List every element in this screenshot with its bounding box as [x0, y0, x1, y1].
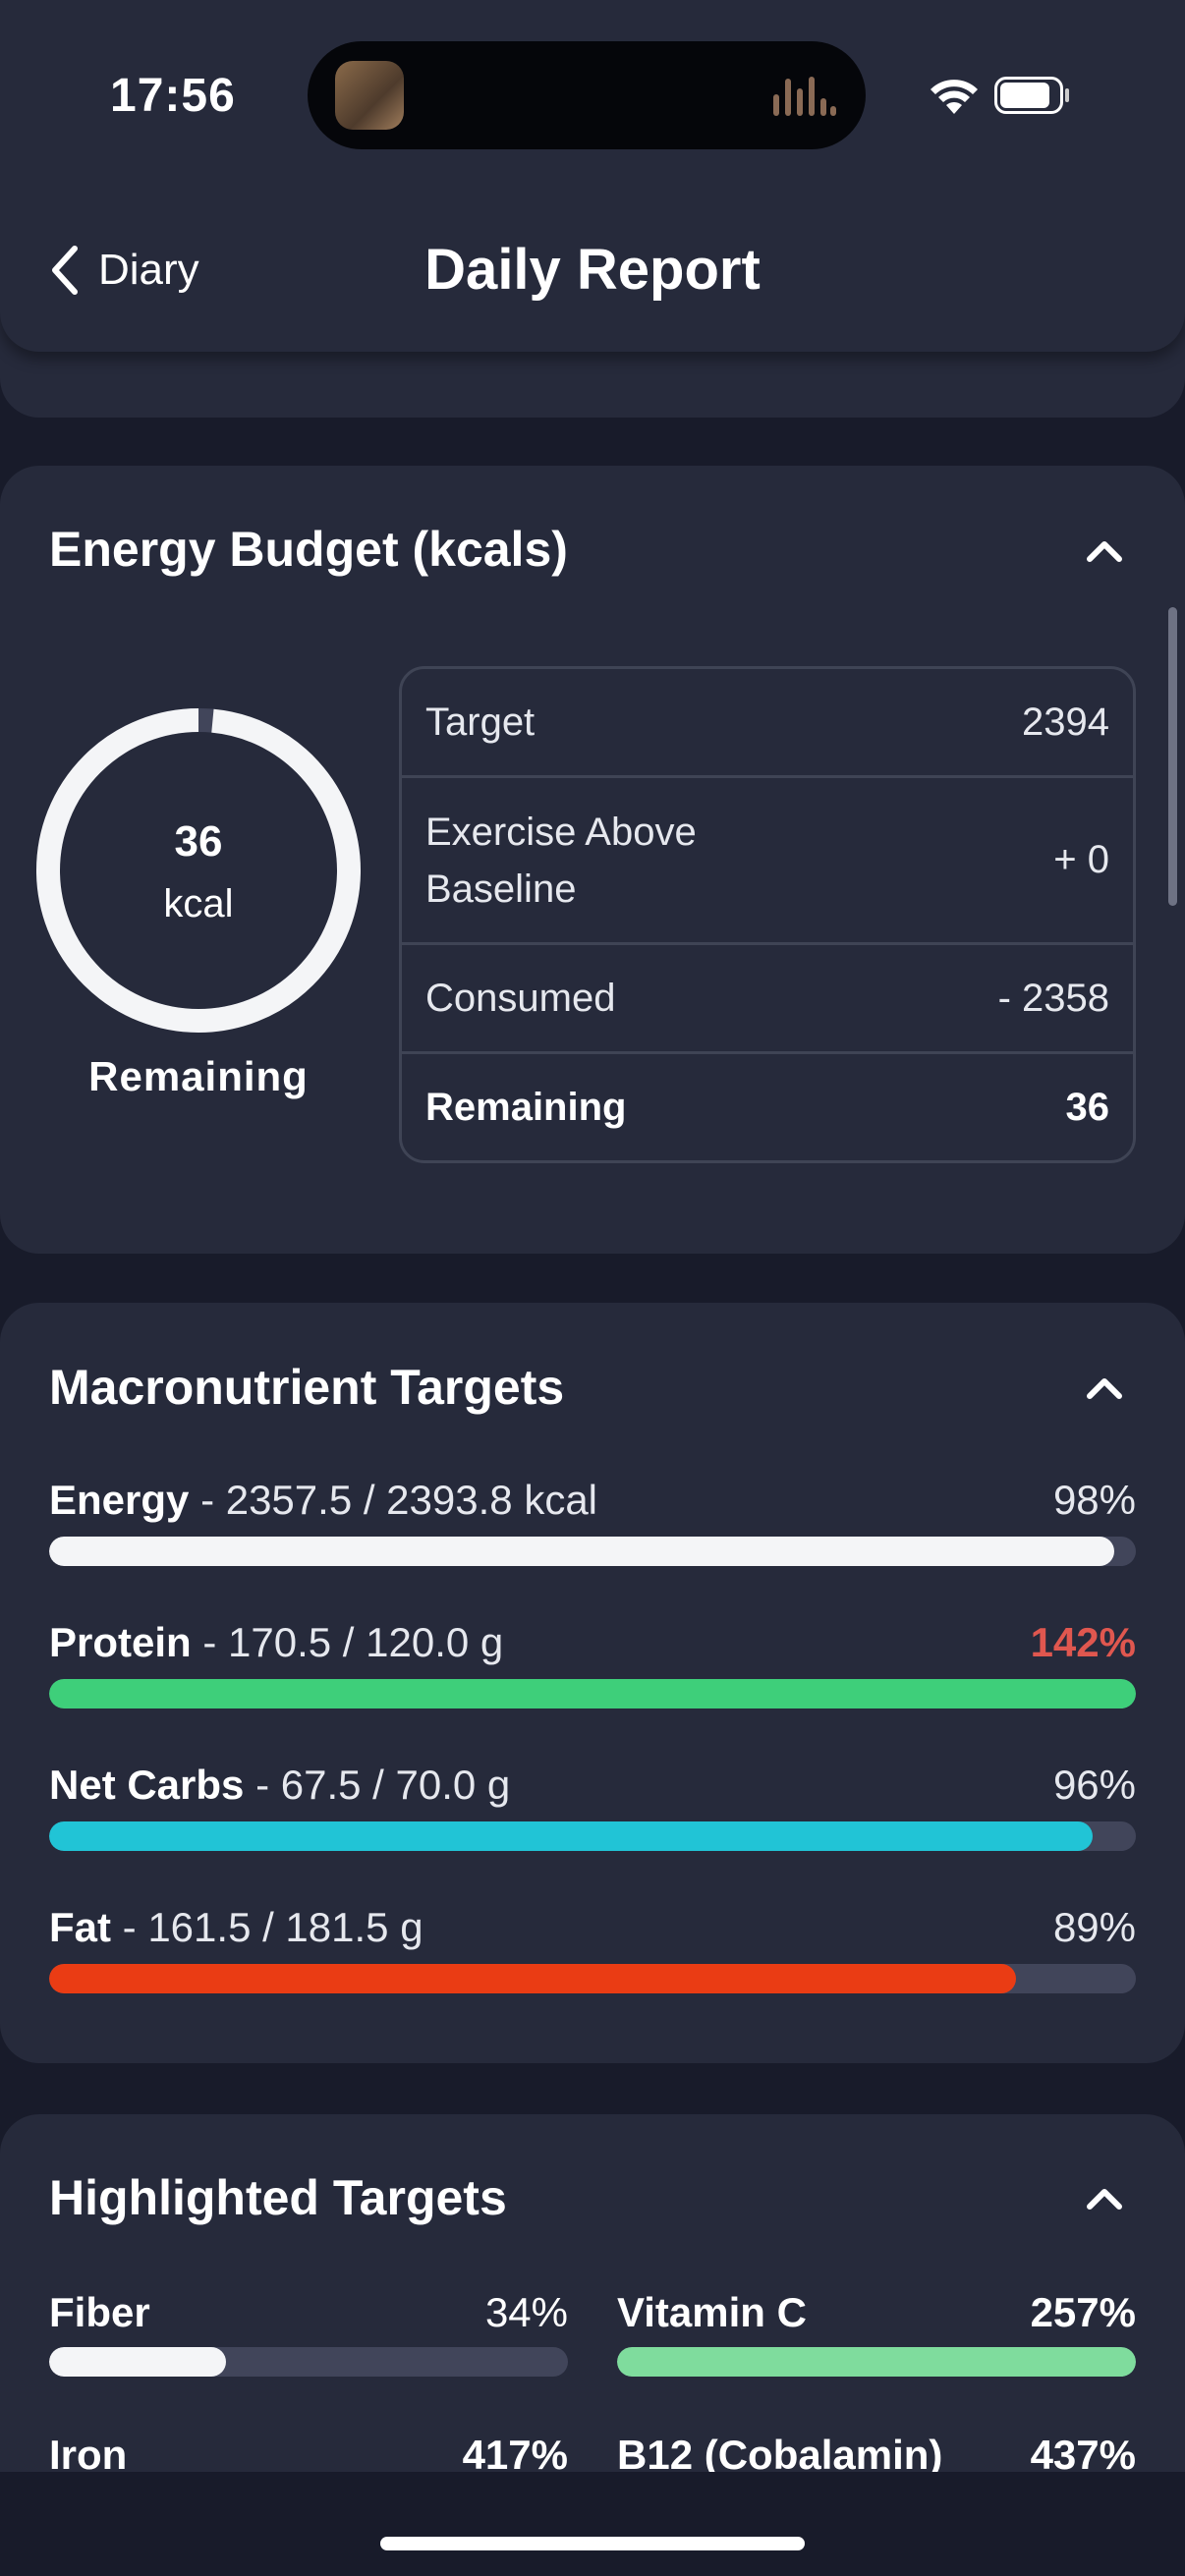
budget-row-value: 36: [1065, 1085, 1110, 1129]
macro-bar-fill: [49, 1537, 1114, 1566]
macro-percent: 142%: [1030, 1619, 1136, 1665]
collapse-chevron-icon[interactable]: [1085, 2186, 1124, 2212]
now-playing-artwork: [335, 61, 404, 130]
scroll-indicator[interactable]: [1168, 607, 1177, 906]
target-bar-vitamin-c: [617, 2347, 1136, 2377]
energy-budget-table: Target 2394 Exercise Above Baseline + 0 …: [399, 666, 1136, 1163]
macro-bar-fill: [49, 1679, 1136, 1708]
macro-bar-energy: [49, 1537, 1136, 1566]
budget-row-value: - 2358: [997, 976, 1109, 1020]
macro-percent: 96%: [1052, 1762, 1136, 1808]
macro-name: Energy: [49, 1477, 190, 1523]
ring-unit: kcal: [163, 882, 234, 925]
top-bar: 17:56 Diary Daily Report: [0, 0, 1185, 352]
budget-row-exercise: Exercise Above Baseline + 0: [402, 775, 1133, 942]
status-time: 17:56: [110, 70, 236, 122]
target-name-fiber: Fiber: [49, 2289, 150, 2335]
macro-label-fat: Fat - 161.5 / 181.5 g: [49, 1904, 423, 1951]
macro-detail: - 170.5 / 120.0 g: [202, 1619, 504, 1665]
ring-label: Remaining: [88, 1053, 309, 1099]
target-bar-fill: [617, 2347, 1136, 2377]
dynamic-island[interactable]: [308, 41, 866, 149]
budget-row-label: Target: [425, 700, 536, 744]
target-bar-fiber: [49, 2347, 568, 2377]
wifi-icon: [931, 80, 978, 114]
budget-row-consumed: Consumed - 2358: [402, 942, 1133, 1051]
collapse-chevron-icon[interactable]: [1085, 1375, 1124, 1401]
budget-row-label: Remaining: [425, 1085, 627, 1129]
macro-detail: - 161.5 / 181.5 g: [122, 1904, 423, 1950]
macro-detail: - 2357.5 / 2393.8 kcal: [200, 1477, 598, 1523]
macro-percent: 89%: [1052, 1904, 1136, 1950]
macro-bar-fill: [49, 1821, 1093, 1851]
home-indicator[interactable]: [380, 2537, 805, 2550]
budget-row-remaining: Remaining 36: [402, 1051, 1133, 1160]
macro-name: Net Carbs: [49, 1762, 245, 1808]
budget-row-value: + 0: [1053, 838, 1109, 881]
remaining-ring: [36, 708, 361, 1033]
macro-percent: 98%: [1052, 1477, 1136, 1523]
budget-row-target: Target 2394: [402, 669, 1133, 775]
budget-row-label: Consumed: [425, 976, 616, 1020]
bottom-safe-area: [0, 2472, 1185, 2576]
macro-label-protein: Protein - 170.5 / 120.0 g: [49, 1619, 503, 1666]
battery-icon: [994, 77, 1069, 114]
highlighted-targets-title: Highlighted Targets: [49, 2170, 507, 2225]
macro-label-energy: Energy - 2357.5 / 2393.8 kcal: [49, 1477, 597, 1524]
audio-wave-icon: [773, 77, 836, 116]
macro-name: Fat: [49, 1904, 111, 1950]
budget-row-label: Exercise Above Baseline: [425, 810, 697, 911]
ring-value: 36: [174, 817, 223, 866]
collapse-chevron-icon[interactable]: [1085, 538, 1124, 564]
target-bar-fill: [49, 2347, 226, 2377]
budget-row-value: 2394: [1022, 700, 1109, 744]
macro-bar-net-carbs: [49, 1821, 1136, 1851]
macro-bar-fill: [49, 1964, 1017, 1993]
target-percent-fiber: 34%: [484, 2289, 568, 2335]
macro-name: Protein: [49, 1619, 192, 1665]
macro-detail: - 67.5 / 70.0 g: [255, 1762, 511, 1808]
macro-label-net-carbs: Net Carbs - 67.5 / 70.0 g: [49, 1762, 510, 1809]
target-name-vitamin-c: Vitamin C: [617, 2289, 807, 2335]
daily-report-screen: 17:56 Diary Daily Report Energy Budget (…: [0, 0, 1185, 2576]
macro-bar-fat: [49, 1964, 1136, 1993]
energy-budget-title: Energy Budget (kcals): [49, 522, 568, 577]
target-percent-vitamin-c: 257%: [1030, 2289, 1136, 2335]
macronutrient-title: Macronutrient Targets: [49, 1360, 565, 1415]
page-title: Daily Report: [424, 238, 761, 302]
macro-bar-protein: [49, 1679, 1136, 1708]
